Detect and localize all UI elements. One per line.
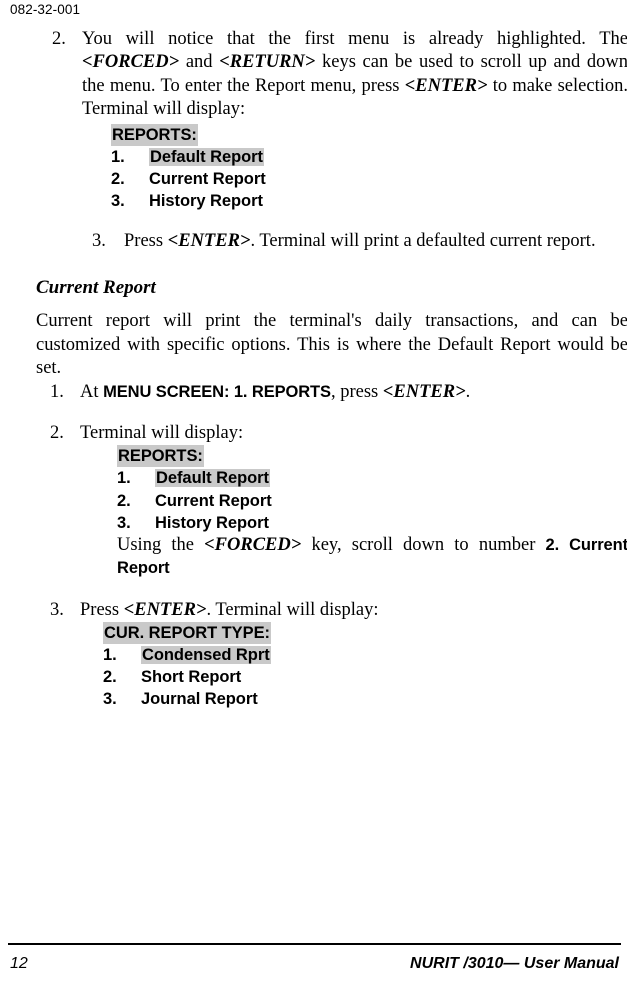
step-number: 3. bbox=[50, 599, 64, 620]
vertical-spacer bbox=[36, 581, 627, 599]
key-forced: <FORCED> bbox=[204, 534, 302, 555]
vertical-spacer bbox=[36, 404, 627, 422]
screen-menu-item[interactable]: 2. Short Report bbox=[103, 666, 627, 688]
page-header-doc-number: 082-32-001 bbox=[10, 2, 81, 17]
screen-menu-index: 2. bbox=[103, 668, 117, 687]
trailer-text-part: Using the bbox=[117, 534, 205, 555]
screen-menu-index: 1. bbox=[117, 469, 131, 488]
step-text-part: and bbox=[179, 52, 220, 73]
step-trailer-text: Using the <FORCED> key, scroll down to n… bbox=[36, 534, 627, 581]
document-body: 2. You will notice that the first menu is… bbox=[36, 28, 627, 710]
step-text-part: Press bbox=[80, 599, 124, 620]
vertical-spacer bbox=[36, 212, 627, 230]
screen-menu-index: 1. bbox=[111, 147, 125, 166]
footer-divider bbox=[8, 943, 621, 945]
step-text-part: Terminal will display: bbox=[80, 422, 244, 443]
key-return: <RETURN> bbox=[219, 52, 316, 73]
key-enter: <ENTER> bbox=[123, 599, 207, 620]
screen-title: CUR. REPORT TYPE: bbox=[103, 621, 271, 645]
screen-menu-index: 2. bbox=[111, 169, 125, 188]
key-enter: <ENTER> bbox=[404, 75, 488, 96]
screen-title: REPORTS: bbox=[117, 445, 204, 468]
key-enter: <ENTER> bbox=[382, 381, 466, 402]
screen-menu-item[interactable]: 2. Current Report bbox=[117, 490, 627, 512]
screen-title: REPORTS: bbox=[111, 123, 198, 146]
vertical-spacer bbox=[36, 253, 627, 277]
step-item: 3. Press <ENTER>. Terminal will display: bbox=[36, 599, 627, 622]
screen-menu-label: Short Report bbox=[141, 668, 242, 687]
step-text-part: . Terminal will display: bbox=[206, 599, 379, 620]
screen-title-line: REPORTS: bbox=[117, 445, 627, 468]
screen-menu-index: 1. bbox=[103, 646, 117, 665]
screen-menu-item[interactable]: 1. Default Report bbox=[117, 467, 627, 489]
step-text-part: , press bbox=[330, 381, 383, 402]
step-item: 2. Terminal will display: bbox=[36, 422, 627, 445]
screen-title-line: CUR. REPORT TYPE: bbox=[103, 621, 627, 645]
terminal-screen-reports-1: REPORTS: 1. Default Report 2. Current Repo… bbox=[111, 123, 627, 212]
screen-title-line: REPORTS: bbox=[111, 123, 627, 146]
screen-menu-index: 3. bbox=[117, 513, 131, 532]
screen-menu-label: Current Report bbox=[149, 169, 266, 188]
step-number: 2. bbox=[52, 29, 66, 49]
screen-menu-label: Condensed Rprt bbox=[141, 646, 271, 665]
screen-menu-label: Current Report bbox=[155, 491, 272, 510]
key-enter: <ENTER> bbox=[167, 231, 251, 251]
screen-menu-label: History Report bbox=[149, 191, 263, 210]
screen-menu-item[interactable]: 1. Default Report bbox=[111, 146, 627, 168]
substep-item: 3. Press <ENTER>. Terminal will print a d… bbox=[36, 230, 627, 253]
substep-number: 3. bbox=[92, 231, 106, 251]
footer-manual-title: NURIT /3010— User Manual bbox=[410, 955, 619, 972]
screen-menu-label: Default Report bbox=[149, 147, 264, 166]
step-item: 1. At MENU SCREEN: 1. REPORTS, press <ENT… bbox=[36, 381, 627, 404]
step-text-part: . bbox=[465, 381, 471, 402]
screen-menu-item[interactable]: 3. History Report bbox=[111, 190, 627, 212]
step-item: 2. You will notice that the first menu is… bbox=[36, 28, 627, 122]
screen-menu-label: Default Report bbox=[155, 469, 270, 488]
screen-menu-label: Journal Report bbox=[141, 690, 258, 709]
step-text-part: You will notice that the first menu is a… bbox=[82, 29, 627, 49]
screen-reference: MENU SCREEN: 1. REPORTS bbox=[103, 382, 331, 401]
screen-menu-item[interactable]: 3. Journal Report bbox=[103, 688, 627, 710]
screen-menu-item[interactable]: 2. Current Report bbox=[111, 168, 627, 190]
step-number: 2. bbox=[50, 422, 64, 443]
section-heading: Current Report bbox=[36, 277, 156, 299]
screen-menu-index: 2. bbox=[117, 491, 131, 510]
substep-text-part: . Terminal will print a defaulted curren… bbox=[250, 231, 596, 251]
terminal-screen-cur-report-type: CUR. REPORT TYPE: 1. Condensed Rprt 2. Sho… bbox=[103, 621, 627, 710]
section-paragraph: Current report will print the terminal's… bbox=[36, 311, 627, 379]
terminal-screen-reports-2: REPORTS: 1. Default Report 2. Current Repo… bbox=[117, 445, 627, 533]
document-page: 082-32-001 2. You will notice that the fi… bbox=[0, 0, 627, 981]
key-forced: <FORCED> bbox=[82, 52, 180, 73]
vertical-spacer bbox=[36, 299, 627, 310]
screen-menu-index: 3. bbox=[111, 191, 125, 210]
step-number: 1. bbox=[50, 381, 64, 402]
screen-menu-item[interactable]: 1. Condensed Rprt bbox=[103, 644, 627, 666]
screen-menu-index: 3. bbox=[103, 690, 117, 709]
screen-menu-label: History Report bbox=[155, 513, 269, 532]
trailer-text-part: key, scroll down to number bbox=[301, 534, 546, 555]
substep-text-part: Press bbox=[124, 231, 168, 251]
footer-page-number: 12 bbox=[10, 955, 28, 972]
step-text-part: At bbox=[80, 381, 104, 402]
screen-menu-item[interactable]: 3. History Report bbox=[117, 512, 627, 534]
